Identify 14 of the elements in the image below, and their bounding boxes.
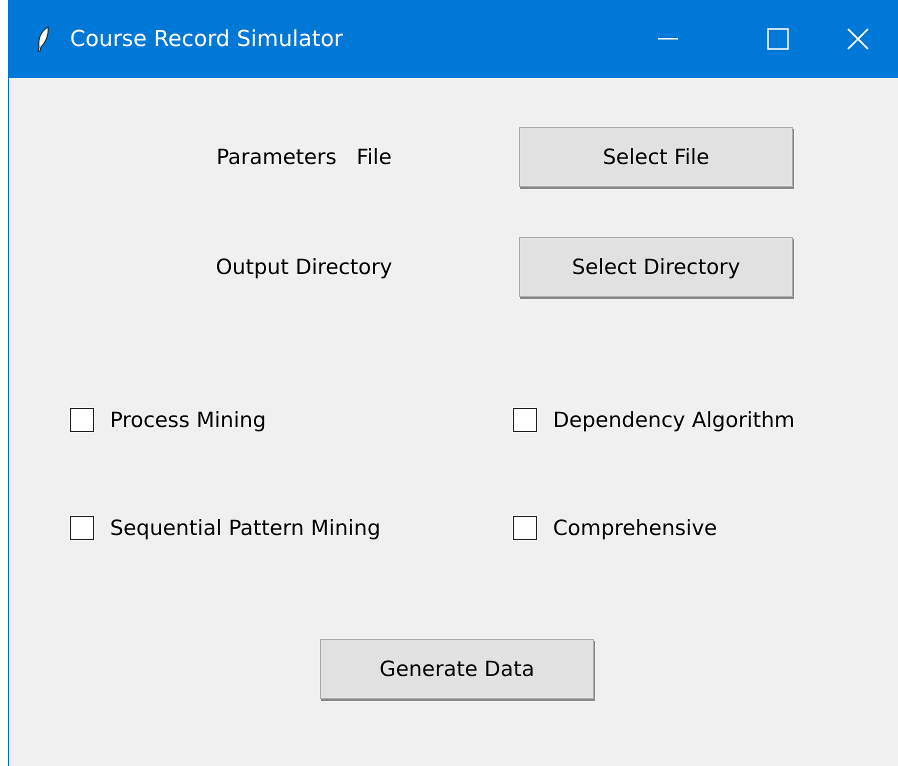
select-button[interactable]: Select Directory bbox=[519, 237, 793, 297]
generate-button[interactable]: Generate Data bbox=[320, 639, 594, 699]
field-label: Output Directory bbox=[216, 255, 392, 279]
option-checkbox[interactable]: Dependency Algorithm bbox=[513, 405, 853, 435]
select-button[interactable]: Select File bbox=[519, 127, 793, 187]
maximize-icon bbox=[767, 28, 789, 50]
minimize-icon bbox=[658, 37, 678, 41]
option-checkbox[interactable]: Sequential Pattern Mining bbox=[70, 513, 513, 543]
field-label: Parameters File bbox=[216, 145, 392, 169]
close-icon bbox=[847, 28, 869, 50]
feather-icon bbox=[36, 26, 50, 52]
option-checkbox[interactable]: Comprehensive bbox=[513, 513, 853, 543]
window-title: Course Record Simulator bbox=[70, 26, 343, 52]
option-checkbox[interactable]: Process Mining bbox=[70, 405, 513, 435]
